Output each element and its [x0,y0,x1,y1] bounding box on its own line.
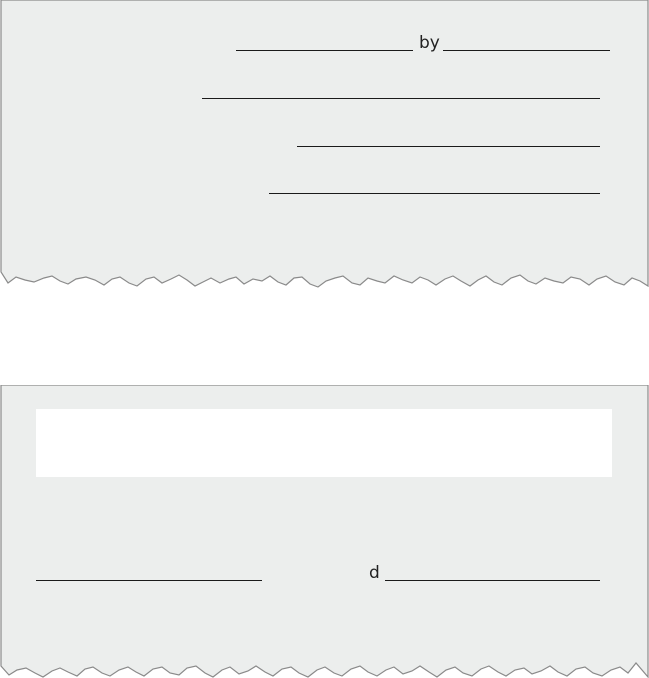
field-line-5b[interactable] [385,580,600,581]
bottom-form-panel: d [0,385,649,678]
torn-paper-background [0,0,649,288]
field-line-1b[interactable] [443,50,610,51]
field-line-5a[interactable] [36,580,262,581]
field-line-3[interactable] [297,146,600,147]
top-form-panel: by [0,0,649,300]
by-label: by [419,33,440,53]
field-line-4[interactable] [269,193,600,194]
field-line-2[interactable] [202,98,600,99]
d-label: d [369,563,380,583]
field-line-1a[interactable] [236,50,413,51]
blank-text-box[interactable] [36,409,612,477]
